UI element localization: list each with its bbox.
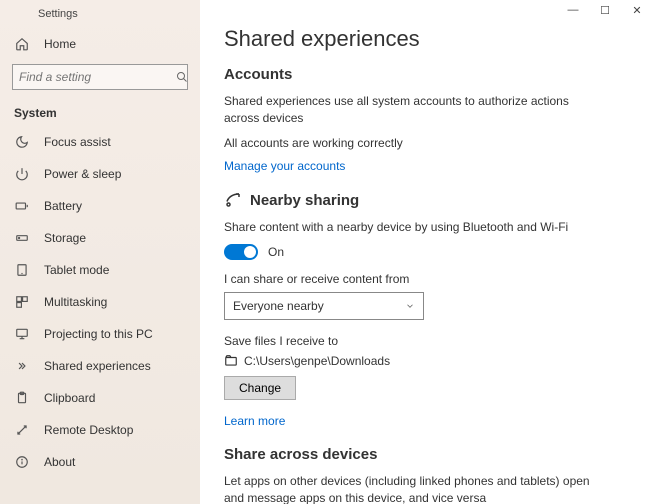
tablet-icon bbox=[14, 262, 30, 278]
home-icon bbox=[14, 36, 30, 52]
sidebar-item-remote-desktop[interactable]: Remote Desktop bbox=[0, 414, 200, 446]
multitask-icon bbox=[14, 294, 30, 310]
accounts-desc: Shared experiences use all system accoun… bbox=[224, 93, 604, 127]
accounts-status: All accounts are working correctly bbox=[224, 135, 604, 152]
nearby-toggle-row: On bbox=[224, 244, 626, 260]
save-path-row: C:\Users\genpe\Downloads bbox=[224, 354, 626, 368]
remote-icon bbox=[14, 422, 30, 438]
sidebar-item-shared-experiences[interactable]: Shared experiences bbox=[0, 350, 200, 382]
page-title: Shared experiences bbox=[224, 26, 626, 52]
accounts-section: Accounts Shared experiences use all syst… bbox=[224, 66, 626, 173]
across-desc: Let apps on other devices (including lin… bbox=[224, 473, 604, 504]
nearby-heading-row: Nearby sharing bbox=[224, 191, 626, 209]
sidebar-item-power-sleep[interactable]: Power & sleep bbox=[0, 158, 200, 190]
search-icon bbox=[176, 71, 188, 83]
share-from-dropdown[interactable]: Everyone nearby bbox=[224, 292, 424, 320]
minimize-button[interactable]: — bbox=[566, 4, 580, 17]
search-wrap bbox=[0, 60, 200, 100]
save-to-label: Save files I receive to bbox=[224, 334, 626, 348]
change-button[interactable]: Change bbox=[224, 376, 296, 400]
sidebar-item-about[interactable]: About bbox=[0, 446, 200, 478]
moon-icon bbox=[14, 134, 30, 150]
clipboard-icon bbox=[14, 390, 30, 406]
storage-icon bbox=[14, 230, 30, 246]
sidebar-item-storage[interactable]: Storage bbox=[0, 222, 200, 254]
nearby-share-icon bbox=[224, 191, 242, 209]
sidebar-item-battery[interactable]: Battery bbox=[0, 190, 200, 222]
sidebar-item-label: Tablet mode bbox=[44, 263, 109, 277]
main-panel: — ☐ ✕ Shared experiences Accounts Shared… bbox=[200, 0, 650, 504]
sidebar-item-label: Storage bbox=[44, 231, 86, 245]
search-input[interactable] bbox=[19, 70, 176, 84]
learn-more-link[interactable]: Learn more bbox=[224, 414, 626, 428]
search-input-container[interactable] bbox=[12, 64, 188, 90]
sidebar-item-label: Shared experiences bbox=[44, 359, 151, 373]
sidebar-item-label: Projecting to this PC bbox=[44, 327, 153, 341]
share-icon bbox=[14, 358, 30, 374]
sidebar-item-label: Focus assist bbox=[44, 135, 111, 149]
sidebar-item-label: Power & sleep bbox=[44, 167, 121, 181]
nearby-toggle-label: On bbox=[268, 245, 284, 259]
sidebar-section-label: System bbox=[0, 100, 200, 126]
sidebar-item-label: Clipboard bbox=[44, 391, 95, 405]
maximize-button[interactable]: ☐ bbox=[598, 4, 612, 17]
sidebar: Settings Home System Focus assist Power … bbox=[0, 0, 200, 504]
window-title: Settings bbox=[0, 6, 200, 28]
dropdown-value: Everyone nearby bbox=[233, 299, 324, 313]
nearby-toggle[interactable] bbox=[224, 244, 258, 260]
battery-icon bbox=[14, 198, 30, 214]
chevron-down-icon bbox=[405, 301, 415, 311]
save-path-value: C:\Users\genpe\Downloads bbox=[244, 354, 390, 368]
window-controls: — ☐ ✕ bbox=[566, 4, 644, 17]
close-button[interactable]: ✕ bbox=[630, 4, 644, 17]
sidebar-item-clipboard[interactable]: Clipboard bbox=[0, 382, 200, 414]
sidebar-item-tablet-mode[interactable]: Tablet mode bbox=[0, 254, 200, 286]
sidebar-item-label: Remote Desktop bbox=[44, 423, 133, 437]
sidebar-item-projecting[interactable]: Projecting to this PC bbox=[0, 318, 200, 350]
accounts-heading: Accounts bbox=[224, 66, 626, 83]
sidebar-item-label: Battery bbox=[44, 199, 82, 213]
nearby-desc: Share content with a nearby device by us… bbox=[224, 219, 604, 236]
manage-accounts-link[interactable]: Manage your accounts bbox=[224, 159, 626, 173]
project-icon bbox=[14, 326, 30, 342]
nearby-section: Nearby sharing Share content with a near… bbox=[224, 191, 626, 428]
sidebar-item-multitasking[interactable]: Multitasking bbox=[0, 286, 200, 318]
folder-icon bbox=[224, 354, 238, 368]
sidebar-item-label: Multitasking bbox=[44, 295, 107, 309]
across-section: Share across devices Let apps on other d… bbox=[224, 446, 626, 504]
sidebar-item-focus-assist[interactable]: Focus assist bbox=[0, 126, 200, 158]
sidebar-home[interactable]: Home bbox=[0, 28, 200, 60]
sidebar-item-label: About bbox=[44, 455, 75, 469]
across-heading: Share across devices bbox=[224, 446, 626, 463]
info-icon bbox=[14, 454, 30, 470]
power-icon bbox=[14, 166, 30, 182]
share-from-label: I can share or receive content from bbox=[224, 272, 626, 286]
nearby-heading: Nearby sharing bbox=[250, 192, 359, 209]
sidebar-home-label: Home bbox=[44, 37, 76, 51]
